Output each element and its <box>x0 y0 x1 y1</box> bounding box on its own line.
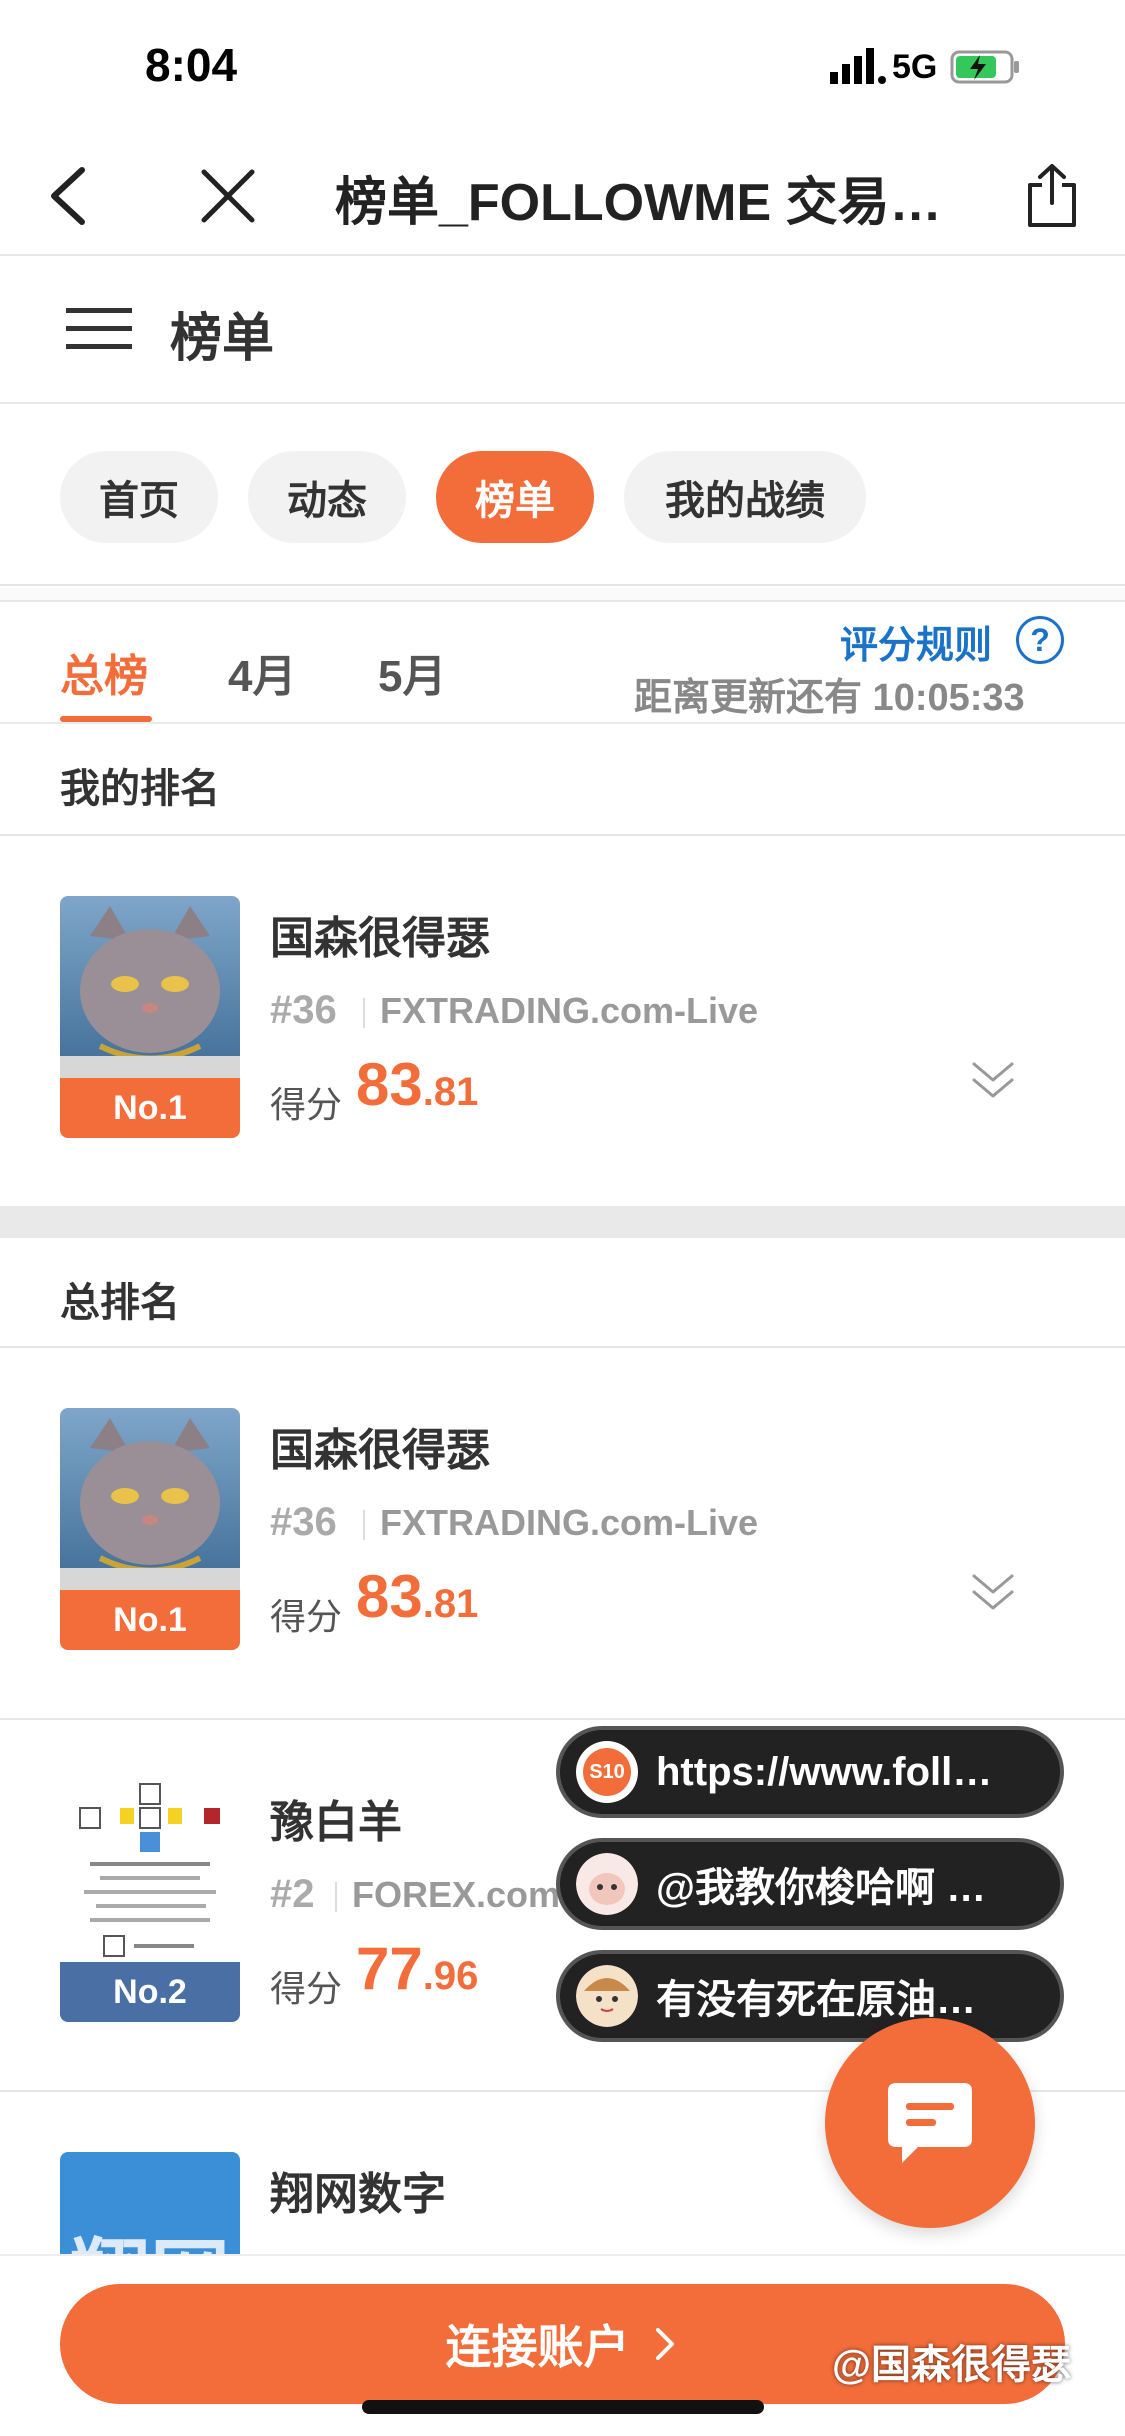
cat-avatar-image <box>60 1408 240 1590</box>
pill-ranking[interactable]: 榜单 <box>436 451 594 543</box>
chevron-left-icon <box>51 167 85 225</box>
score-decimal: .81 <box>422 1070 479 1114</box>
divider <box>363 998 365 1028</box>
connect-account-label: 连接账户 <box>445 2321 630 2373</box>
s10-badge: S10 <box>583 1748 631 1796</box>
floating-link-chip[interactable]: S10 https://www.foll… <box>556 1726 1064 1818</box>
network-label: 5G <box>892 48 938 86</box>
share-icon <box>1028 164 1076 227</box>
score-decimal: .96 <box>422 1954 479 1998</box>
score-integer: 83 <box>356 1563 423 1630</box>
help-icon[interactable]: ? <box>1016 616 1064 664</box>
chevron-right-icon <box>655 2328 674 2360</box>
back-button[interactable] <box>28 156 108 236</box>
site-title: 榜单 <box>170 310 275 368</box>
signal-icon <box>830 48 886 84</box>
avatar-icon <box>576 1853 638 1915</box>
trader-name[interactable]: 豫白羊 <box>270 1786 402 1850</box>
floating-post-chip[interactable]: 有没有死在原油… <box>556 1950 1064 2042</box>
browser-title: 榜单_FOLLOWME 交易… <box>335 174 942 232</box>
menu-icon[interactable] <box>66 304 132 354</box>
rank-number: #2 <box>270 1872 315 1916</box>
score-value: 83.81 <box>356 1050 478 1119</box>
chat-fab-button[interactable] <box>825 2018 1035 2228</box>
score-label: 得分 <box>270 1596 343 1637</box>
avatar-icon <box>576 1965 638 2027</box>
score-decimal: .81 <box>422 1582 479 1626</box>
score-integer: 77 <box>356 1935 423 2002</box>
broker-name: FXTRADING.com-Live <box>380 990 759 1031</box>
floating-user-chip[interactable]: @我教你梭哈啊 … <box>556 1838 1064 1930</box>
broker-name: FOREX.com <box>352 1874 561 1915</box>
home-indicator <box>362 2400 764 2414</box>
pill-nav: 首页 动态 榜单 我的战绩 <box>0 406 1125 586</box>
tab-may[interactable]: 5月 <box>378 640 446 704</box>
pill-my-record[interactable]: 我的战绩 <box>624 451 866 543</box>
trader-name[interactable]: 国森很得瑟 <box>270 902 490 966</box>
broker-name: FXTRADING.com-Live <box>380 1502 759 1543</box>
rank-badge: No.1 <box>60 1590 240 1650</box>
divider <box>335 1882 337 1912</box>
watermark: @国森很得瑟 <box>832 2343 1072 2387</box>
status-bar: 8:04 5G <box>0 0 1125 130</box>
chat-icon <box>888 2083 972 2163</box>
separator <box>0 588 1125 602</box>
scoring-rules-link[interactable]: 评分规则 <box>840 614 992 669</box>
tab-april[interactable]: 4月 <box>228 640 296 704</box>
expand-chevron-icon[interactable] <box>968 1058 1018 1102</box>
chip-text: https://www.foll… <box>656 1749 993 1794</box>
chip-text: 有没有死在原油… <box>656 1978 976 2022</box>
browser-nav-bar: 榜单_FOLLOWME 交易… <box>0 130 1125 256</box>
rank-number: #36 <box>270 988 337 1032</box>
chip-text: @我教你梭哈啊 … <box>656 1866 987 1910</box>
score-value: 83.81 <box>356 1562 478 1631</box>
update-countdown: 距离更新还有 10:05:33 <box>634 677 1025 719</box>
close-button[interactable] <box>188 156 268 236</box>
rank-tabs: 总榜 4月 5月 评分规则 ? 距离更新还有 10:05:33 <box>0 602 1125 724</box>
cat-avatar-image <box>60 896 240 1078</box>
trader-name[interactable]: 国森很得瑟 <box>270 1414 490 1478</box>
status-time: 8:04 <box>145 39 238 91</box>
site-header: 榜单 <box>0 258 1125 404</box>
avatar: No.1 <box>60 896 240 1138</box>
diagram-avatar-image <box>60 1780 240 1962</box>
pill-home[interactable]: 首页 <box>60 451 218 543</box>
divider <box>363 1510 365 1540</box>
rank-number: #36 <box>270 1500 337 1544</box>
score-integer: 83 <box>356 1051 423 1118</box>
close-icon <box>201 169 255 223</box>
active-tab-indicator <box>60 716 152 722</box>
section-gap <box>0 1206 1125 1238</box>
expand-chevron-icon[interactable] <box>968 1570 1018 1614</box>
overall-rank-title: 总排名 <box>60 1281 180 1325</box>
share-button[interactable] <box>1012 156 1092 236</box>
rank-badge: No.1 <box>60 1078 240 1138</box>
tab-overall[interactable]: 总榜 <box>60 640 148 704</box>
pill-activity[interactable]: 动态 <box>248 451 406 543</box>
avatar: No.2 <box>60 1780 240 2022</box>
my-rank-card[interactable]: No.1 国森很得瑟 #36 FXTRADING.com-Live 得分 83.… <box>0 836 1125 1206</box>
avatar: No.1 <box>60 1408 240 1650</box>
s10-icon: S10 <box>576 1741 638 1803</box>
my-rank-title: 我的排名 <box>60 767 220 811</box>
score-label: 得分 <box>270 1968 343 2009</box>
score-value: 77.96 <box>356 1934 478 2003</box>
rank-badge: No.2 <box>60 1962 240 2022</box>
score-label: 得分 <box>270 1084 343 1125</box>
trader-name[interactable]: 翔网数字 <box>270 2158 446 2222</box>
rank-card[interactable]: No.1 国森很得瑟 #36 FXTRADING.com-Live 得分 83.… <box>0 1348 1125 1718</box>
battery-icon <box>950 50 1019 84</box>
